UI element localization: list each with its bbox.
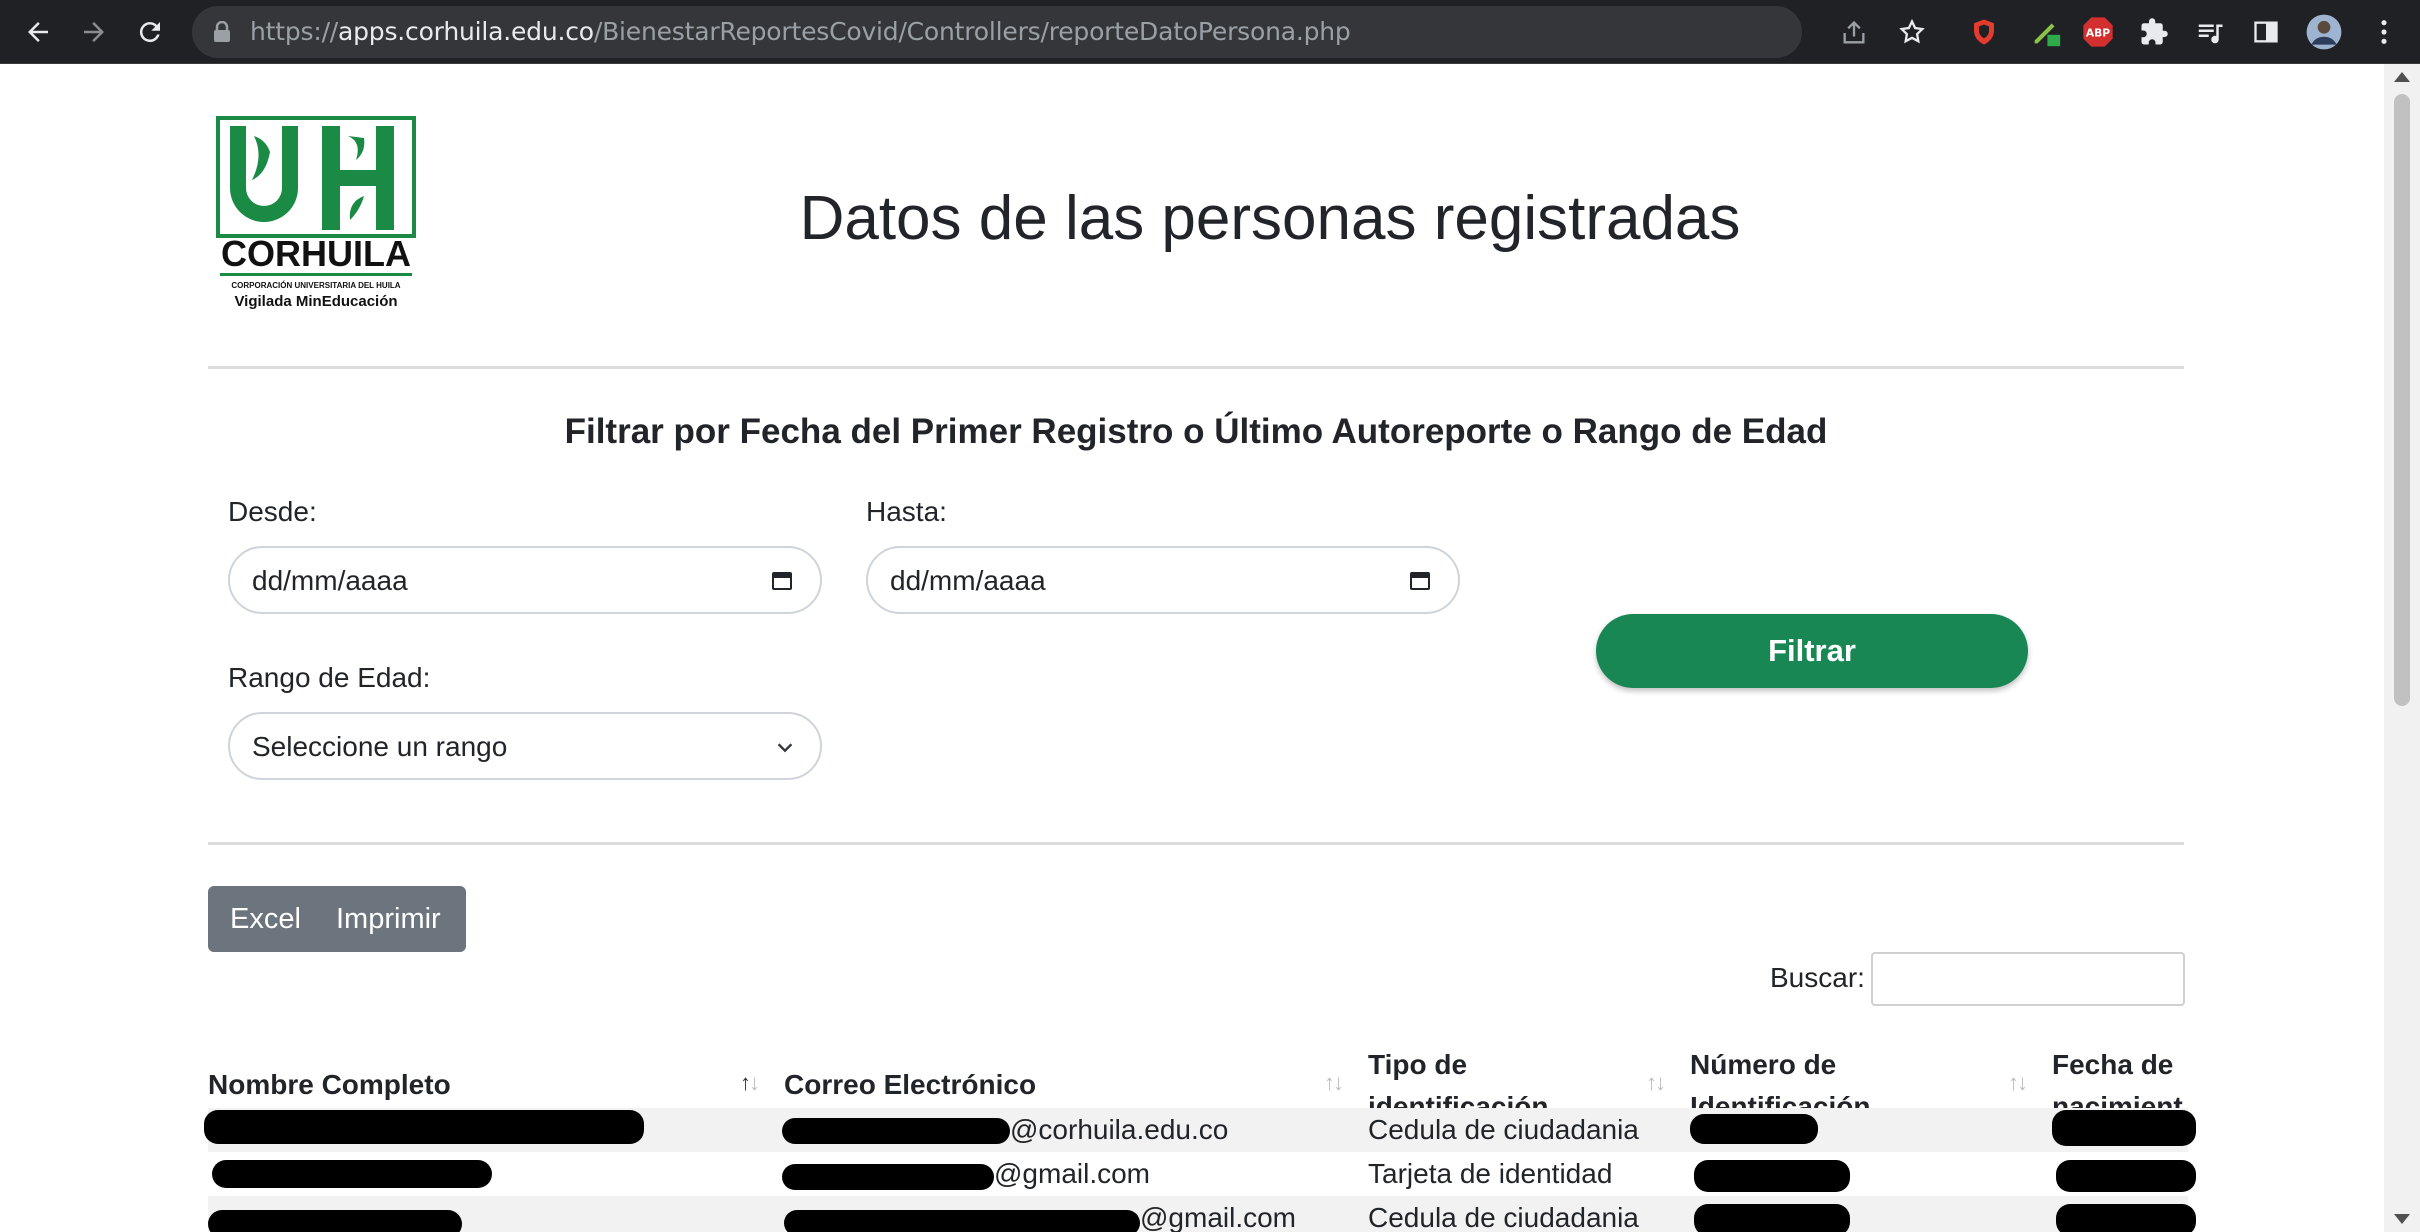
- address-bar[interactable]: https://apps.corhuila.edu.co/BienestarRe…: [192, 6, 1925, 58]
- divider: [208, 366, 2184, 369]
- redacted-email-user: [782, 1118, 1010, 1144]
- redacted-name: [208, 1210, 462, 1232]
- page-content: CORHUILA CORPORACIÓN UNIVERSITARIA DEL H…: [0, 64, 2384, 1232]
- share-icon[interactable]: [1840, 19, 1868, 47]
- redacted-name: [212, 1160, 492, 1188]
- page-scrollbar[interactable]: [2384, 64, 2420, 1232]
- svg-text:Vigilada MinEducación: Vigilada MinEducación: [234, 293, 397, 310]
- id-type: Tarjeta de identidad: [1368, 1158, 1613, 1189]
- id-type: Cedula de ciudadania: [1368, 1202, 1639, 1232]
- redacted-birth-date: [2052, 1110, 2196, 1146]
- scrollbar-thumb[interactable]: [2394, 94, 2410, 706]
- to-date-placeholder: dd/mm/aaaa: [890, 565, 1046, 596]
- to-date-input[interactable]: dd/mm/aaaa: [866, 546, 1460, 614]
- redacted-id-number: [1690, 1114, 1818, 1144]
- email-domain: @corhuila.edu.co: [1010, 1114, 1229, 1145]
- filter-title: Filtrar por Fecha del Primer Registro o …: [564, 412, 1828, 451]
- redacted-name: [204, 1110, 644, 1144]
- age-range-label: Rango de Edad:: [228, 662, 431, 693]
- sort-icon[interactable]: ↑↓: [2008, 1070, 2028, 1096]
- redacted-birth-date: [2056, 1204, 2196, 1232]
- from-date-label: Desde:: [228, 496, 317, 527]
- header-line: Tipo de: [1368, 1049, 1468, 1080]
- forward-icon[interactable]: [72, 10, 116, 54]
- media-queue-icon[interactable]: [2188, 10, 2232, 54]
- pen-extension-icon[interactable]: [2024, 10, 2068, 54]
- page-title: Datos de las personas registradas: [799, 184, 1741, 253]
- to-date-label: Hasta:: [866, 496, 947, 527]
- lock-icon: [214, 21, 230, 42]
- from-date-placeholder: dd/mm/aaaa: [252, 565, 408, 596]
- extensions-puzzle-icon[interactable]: [2132, 10, 2176, 54]
- redacted-id-number: [1694, 1160, 1850, 1192]
- calendar-icon[interactable]: [770, 568, 794, 592]
- corhuila-logo: CORHUILA CORPORACIÓN UNIVERSITARIA DEL H…: [216, 116, 416, 316]
- scroll-up-arrow-icon[interactable]: [2394, 72, 2410, 82]
- browser-toolbar: https://apps.corhuila.edu.co/BienestarRe…: [0, 0, 2420, 64]
- svg-text:CORHUILA: CORHUILA: [221, 233, 411, 274]
- header-line: Fecha de: [2052, 1049, 2174, 1080]
- adblock-icon[interactable]: ABP: [2076, 10, 2120, 54]
- age-range-select[interactable]: Seleccione un rango: [228, 712, 822, 780]
- back-icon[interactable]: [16, 10, 60, 54]
- url-text: https://apps.corhuila.edu.co/BienestarRe…: [250, 17, 1351, 46]
- side-panel-icon[interactable]: [2244, 10, 2288, 54]
- filter-button[interactable]: Filtrar: [1596, 614, 2028, 688]
- reload-icon[interactable]: [128, 10, 172, 54]
- from-date-input[interactable]: dd/mm/aaaa: [228, 546, 822, 614]
- table-row[interactable]: [208, 1152, 2188, 1196]
- sort-icon[interactable]: ↑↓: [740, 1070, 760, 1096]
- export-button-group: Excel Imprimir: [208, 886, 466, 952]
- email-domain: @gmail.com: [994, 1158, 1151, 1189]
- redacted-email-user: [782, 1164, 994, 1190]
- id-type: Cedula de ciudadania: [1368, 1114, 1639, 1145]
- chevron-down-icon: [777, 743, 793, 753]
- search-input[interactable]: [1871, 952, 2185, 1006]
- search-label: Buscar:: [1770, 962, 1865, 993]
- redacted-id-number: [1694, 1204, 1850, 1232]
- column-header-name[interactable]: Nombre Completo: [208, 1064, 451, 1106]
- svg-text:ABP: ABP: [2086, 27, 2110, 40]
- shield-extension-icon[interactable]: [1962, 10, 2006, 54]
- header-line: Número de: [1690, 1049, 1837, 1080]
- calendar-icon[interactable]: [1408, 568, 1432, 592]
- svg-text:CORPORACIÓN UNIVERSITARIA DEL: CORPORACIÓN UNIVERSITARIA DEL HUILA: [231, 281, 400, 290]
- sort-icon[interactable]: ↑↓: [1646, 1070, 1666, 1096]
- scroll-down-arrow-icon[interactable]: [2394, 1214, 2410, 1224]
- divider: [208, 842, 2184, 845]
- bookmark-star-icon[interactable]: [1898, 18, 1926, 46]
- column-header-email[interactable]: Correo Electrónico: [784, 1064, 1036, 1106]
- redacted-email-user: [784, 1210, 1140, 1232]
- age-range-selected: Seleccione un rango: [252, 731, 508, 762]
- more-menu-icon[interactable]: [2362, 10, 2406, 54]
- print-button[interactable]: Imprimir: [336, 903, 441, 936]
- sort-icon[interactable]: ↑↓: [1324, 1070, 1344, 1096]
- email-domain: @gmail.com: [1140, 1202, 1297, 1232]
- redacted-birth-date: [2056, 1160, 2196, 1192]
- profile-avatar-icon[interactable]: [2302, 10, 2346, 54]
- excel-button[interactable]: Excel: [230, 903, 301, 936]
